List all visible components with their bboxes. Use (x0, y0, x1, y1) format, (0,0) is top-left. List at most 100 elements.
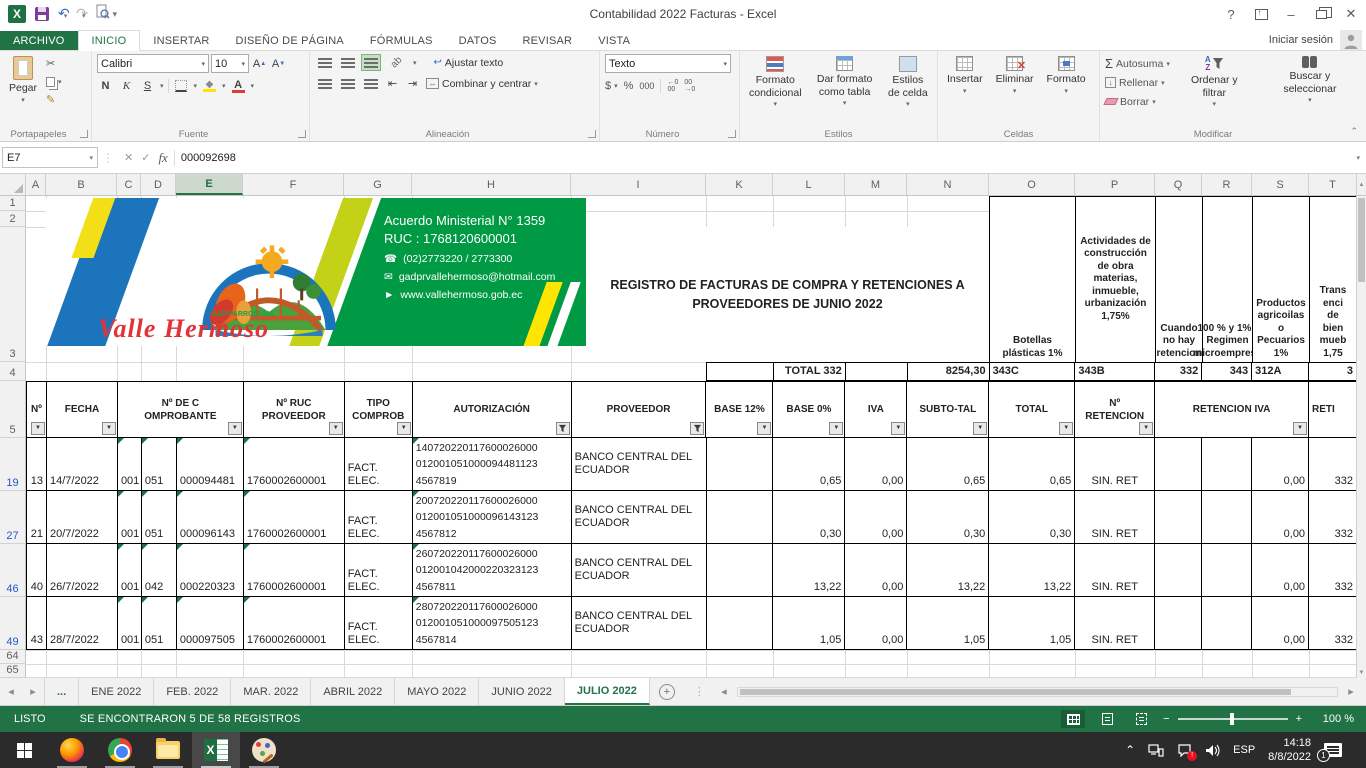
cell-fecha[interactable]: 20/7/2022 (47, 491, 118, 543)
cell-aut[interactable]: 280720220117600026000 012001051000097505… (413, 597, 572, 649)
col-header-b[interactable]: B (46, 174, 117, 195)
col-header-d[interactable]: D (141, 174, 176, 195)
filter-dropdown-icon[interactable]: ▼ (891, 422, 905, 435)
grow-font-button[interactable]: A▲ (251, 55, 268, 72)
sheet-tab-mar[interactable]: MAR. 2022 (231, 678, 311, 705)
cell-prov[interactable]: BANCO CENTRAL DEL ECUADOR (572, 544, 707, 596)
insert-function-icon[interactable]: fx (158, 150, 167, 166)
header-fecha[interactable]: FECHA▼ (47, 382, 118, 437)
tab-formulas[interactable]: FÓRMULAS (357, 31, 446, 50)
cell-s2[interactable]: 051 (142, 597, 177, 649)
zoom-in-button[interactable]: + (1296, 713, 1302, 725)
copy-button[interactable]: ▾ (46, 74, 62, 89)
filter-dropdown-icon[interactable]: ▼ (329, 422, 343, 435)
formula-input[interactable] (175, 147, 1353, 168)
cell-iva[interactable]: 0,00 (845, 491, 907, 543)
tab-inicio[interactable]: INICIO (78, 30, 141, 51)
cell-fecha[interactable]: 28/7/2022 (47, 597, 118, 649)
report-title-cell[interactable]: REGISTRO DE FACTURAS DE COMPRA Y RETENCI… (586, 227, 989, 362)
cell-ruc[interactable]: 1760002600001 (244, 438, 345, 490)
fill-color-button[interactable]: ◆ (201, 79, 218, 92)
merge-center-button[interactable]: ↔ Combinar y centrar▾ (426, 76, 538, 91)
cut-button[interactable]: ✂ (46, 56, 62, 71)
col-header-e-selected[interactable]: E (176, 174, 243, 195)
cell-aut[interactable]: 260720220117600026000 012001042000220323… (413, 544, 572, 596)
cell-code-343b[interactable]: 343B (1075, 363, 1155, 380)
sheet-nav-right-icon[interactable]: ▸ (22, 678, 44, 705)
filter-funnel-icon[interactable] (690, 422, 704, 435)
cell-t[interactable]: 332 (1309, 597, 1356, 649)
increase-indent-button[interactable]: ⇥ (404, 75, 421, 92)
italic-button[interactable]: K (118, 77, 135, 94)
organization-banner[interactable]: Valle Hermoso GAD PARROQUIAL Acuerdo Min… (46, 198, 586, 346)
cell-t[interactable]: 332 (1309, 491, 1356, 543)
vertical-scrollbar[interactable]: ▼ (1356, 196, 1366, 678)
cell-total[interactable]: 0,30 (989, 491, 1075, 543)
cell-comp[interactable]: 000096143 (177, 491, 244, 543)
format-as-table-button[interactable]: Dar formato como tabla▾ (811, 54, 879, 111)
cell-iva[interactable]: 0,00 (845, 438, 907, 490)
fill-button[interactable]: ↓Rellenar▾ (1105, 75, 1170, 90)
cell-total-amount[interactable]: 8254,30 (908, 363, 990, 380)
cell-aut[interactable]: 200720220117600026000 012001051000096143… (413, 491, 572, 543)
cell-n[interactable]: 43 (27, 597, 47, 649)
cell-prov[interactable]: BANCO CENTRAL DEL ECUADOR (572, 491, 707, 543)
clipboard-dialog-launcher[interactable] (80, 130, 88, 138)
increase-decimal-button[interactable]: ←000 (667, 78, 678, 93)
col-header-i[interactable]: I (571, 174, 706, 195)
header-autorizacion[interactable]: AUTORIZACIÓN (413, 382, 572, 437)
filter-dropdown-icon[interactable]: ▼ (973, 422, 987, 435)
cancel-entry-icon[interactable]: ✕ (124, 151, 133, 164)
orientation-button[interactable]: ab (384, 54, 410, 71)
name-box[interactable]: E7▾ (2, 147, 98, 168)
save-icon[interactable] (35, 7, 49, 21)
language-indicator[interactable]: ESP (1233, 744, 1255, 756)
row-header-65[interactable]: 65 (0, 664, 26, 678)
header-retencion-t[interactable]: RETI (1309, 382, 1356, 437)
cell-empty[interactable] (1155, 491, 1202, 543)
header-proveedor[interactable]: PROVEEDOR (572, 382, 707, 437)
row-header-19[interactable]: 19 (0, 438, 26, 491)
cell-tipo[interactable]: FACT. ELEC. (345, 491, 413, 543)
cell-iva[interactable]: 0,00 (845, 544, 907, 596)
filter-dropdown-icon[interactable]: ▼ (1139, 422, 1153, 435)
cell-comp[interactable]: 000094481 (177, 438, 244, 490)
redo-button[interactable]: ↷▾ (76, 5, 85, 23)
number-format-combobox[interactable]: Texto▾ (605, 54, 731, 73)
tab-datos[interactable]: DATOS (446, 31, 510, 50)
filter-dropdown-icon[interactable]: ▼ (1293, 422, 1307, 435)
row-header-1[interactable]: 1 (0, 196, 26, 211)
row-header-2[interactable]: 2 (0, 211, 26, 227)
taskbar-clock[interactable]: 14:18 8/8/2022 (1268, 736, 1311, 765)
header-num-retencion[interactable]: Nº RETENCION▼ (1075, 382, 1155, 437)
insert-cells-button[interactable]: Insertar▾ (943, 54, 987, 98)
underline-button[interactable]: S (139, 77, 156, 94)
format-painter-button[interactable]: ✎ (46, 92, 62, 107)
font-name-combobox[interactable]: Calibri▾ (97, 54, 209, 73)
cell-empty[interactable] (1202, 438, 1252, 490)
sheet-tab-mayo[interactable]: MAYO 2022 (395, 678, 479, 705)
filter-funnel-icon[interactable] (556, 422, 570, 435)
cell-styles-button[interactable]: Estilos de celda▾ (884, 54, 932, 112)
font-size-combobox[interactable]: 10▾ (211, 54, 249, 73)
horizontal-scrollbar[interactable] (737, 687, 1338, 697)
cell-n[interactable]: 40 (27, 544, 47, 596)
zoom-level[interactable]: 100 % (1310, 713, 1354, 725)
currency-button[interactable]: $▾ (605, 78, 618, 93)
action-center-icon[interactable]: ! (1177, 744, 1192, 757)
cell-prov[interactable]: BANCO CENTRAL DEL ECUADOR (572, 597, 707, 649)
zoom-slider[interactable] (1178, 718, 1288, 720)
align-middle-button[interactable] (338, 54, 358, 71)
col-header-l[interactable]: L (773, 174, 845, 195)
cell-code-332[interactable]: 332 (1155, 363, 1202, 380)
select-all-corner[interactable] (0, 174, 26, 195)
conditional-formatting-button[interactable]: Formato condicional▾ (745, 54, 806, 112)
find-select-button[interactable]: Buscar y seleccionar▾ (1259, 54, 1361, 108)
cell-comp[interactable]: 000220323 (177, 544, 244, 596)
cell-retiva[interactable]: 0,00 (1252, 491, 1309, 543)
row-header-49[interactable]: 49 (0, 597, 26, 650)
tab-insertar[interactable]: INSERTAR (140, 31, 222, 50)
cell-base0[interactable]: 13,22 (773, 544, 845, 596)
network-icon[interactable] (1148, 744, 1164, 757)
align-right-button[interactable] (361, 75, 381, 92)
